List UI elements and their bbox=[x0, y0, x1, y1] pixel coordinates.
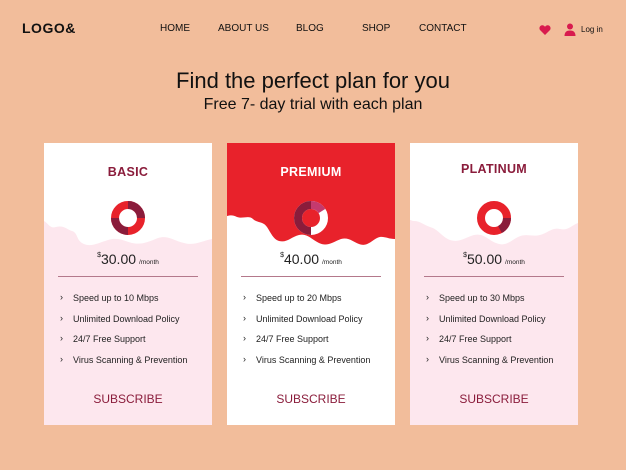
feature-item: › 24/7 Free Support bbox=[243, 333, 329, 344]
subscribe-button[interactable]: SUBSCRIBE bbox=[44, 392, 212, 406]
price-amount: 50.00 bbox=[466, 251, 503, 267]
feature-item: › Virus Scanning & Prevention bbox=[243, 353, 371, 365]
chevron-right-icon: › bbox=[426, 312, 429, 323]
feature-list: › Speed up to 10 Mbps › Unlimited Download… bbox=[60, 292, 188, 375]
chevron-right-icon: › bbox=[426, 353, 429, 364]
card-header-shape bbox=[410, 143, 578, 255]
price-currency: $ bbox=[97, 252, 101, 259]
feature-item: › Virus Scanning & Prevention bbox=[60, 353, 188, 365]
chevron-right-icon: › bbox=[426, 292, 429, 302]
chevron-right-icon: › bbox=[60, 353, 63, 364]
page-title: Find the perfect plan for you bbox=[176, 68, 450, 93]
chevron-right-icon: › bbox=[60, 333, 63, 343]
divider bbox=[58, 276, 198, 277]
plan-price: $50.00/month bbox=[410, 251, 578, 269]
chevron-right-icon: › bbox=[243, 312, 246, 323]
price-currency: $ bbox=[280, 252, 284, 259]
login-link[interactable]: Log in bbox=[581, 25, 603, 34]
chevron-right-icon: › bbox=[60, 312, 63, 323]
feature-list: › Speed up to 20 Mbps › Unlimited Download… bbox=[243, 292, 371, 375]
price-period: /month bbox=[505, 259, 525, 266]
feature-item: › Speed up to 20 Mbps bbox=[243, 292, 342, 303]
nav-home[interactable]: HOME bbox=[160, 23, 190, 34]
chart-icon bbox=[293, 200, 328, 235]
subscribe-button[interactable]: SUBSCRIBE bbox=[410, 392, 578, 406]
chart-icon bbox=[111, 201, 145, 235]
logo[interactable]: LOGO& bbox=[22, 20, 76, 36]
nav-blog[interactable]: BLOG bbox=[296, 23, 324, 34]
feature-item: › Unlimited Download Policy bbox=[243, 312, 363, 324]
plan-card-platinum: PLATINUM $50.00/month › Speed up to 30 Mb… bbox=[410, 143, 578, 425]
feature-item: › 24/7 Free Support bbox=[60, 333, 146, 344]
nav-shop[interactable]: SHOP bbox=[362, 23, 390, 34]
subscribe-button[interactable]: SUBSCRIBE bbox=[227, 392, 395, 406]
card-header-shape bbox=[44, 143, 212, 255]
price-period: /month bbox=[322, 259, 342, 266]
plan-name: PLATINUM bbox=[460, 162, 528, 176]
feature-item: › Virus Scanning & Prevention bbox=[426, 353, 554, 365]
plan-name: PREMIUM bbox=[280, 165, 342, 179]
feature-item: › Speed up to 10 Mbps bbox=[60, 292, 159, 303]
feature-item: › Speed up to 30 Mbps bbox=[426, 292, 525, 303]
feature-item: › Unlimited Download Policy bbox=[426, 312, 546, 324]
divider bbox=[241, 276, 381, 277]
heart-icon[interactable] bbox=[539, 24, 551, 36]
price-amount: 30.00 bbox=[100, 251, 137, 267]
plan-card-premium: PREMIUM $40.00/month › Speed up to 20 Mbp… bbox=[227, 143, 395, 425]
nav-contact[interactable]: CONTACT bbox=[419, 23, 467, 34]
user-icon[interactable] bbox=[564, 23, 576, 36]
plan-name: BASIC bbox=[107, 165, 149, 179]
price-period: /month bbox=[139, 259, 159, 266]
feature-item: › 24/7 Free Support bbox=[426, 333, 512, 344]
page-subtitle: Free 7- day trial with each plan bbox=[203, 96, 423, 113]
feature-list: › Speed up to 30 Mbps › Unlimited Download… bbox=[426, 292, 554, 375]
plan-card-basic: BASIC $30.00/month › Speed up to 10 Mbps … bbox=[44, 143, 212, 425]
chart-icon bbox=[477, 201, 511, 235]
chevron-right-icon: › bbox=[243, 333, 246, 343]
chevron-right-icon: › bbox=[243, 353, 246, 364]
plan-price: $30.00/month bbox=[44, 251, 212, 269]
feature-item: › Unlimited Download Policy bbox=[60, 312, 180, 324]
divider bbox=[424, 276, 564, 277]
chevron-right-icon: › bbox=[243, 292, 246, 302]
nav-about-us[interactable]: ABOUT US bbox=[218, 23, 269, 34]
price-currency: $ bbox=[463, 252, 467, 259]
chevron-right-icon: › bbox=[426, 333, 429, 343]
chevron-right-icon: › bbox=[60, 292, 63, 302]
price-amount: 40.00 bbox=[283, 251, 320, 267]
card-header-shape bbox=[227, 143, 395, 255]
plan-price: $40.00/month bbox=[227, 251, 395, 269]
